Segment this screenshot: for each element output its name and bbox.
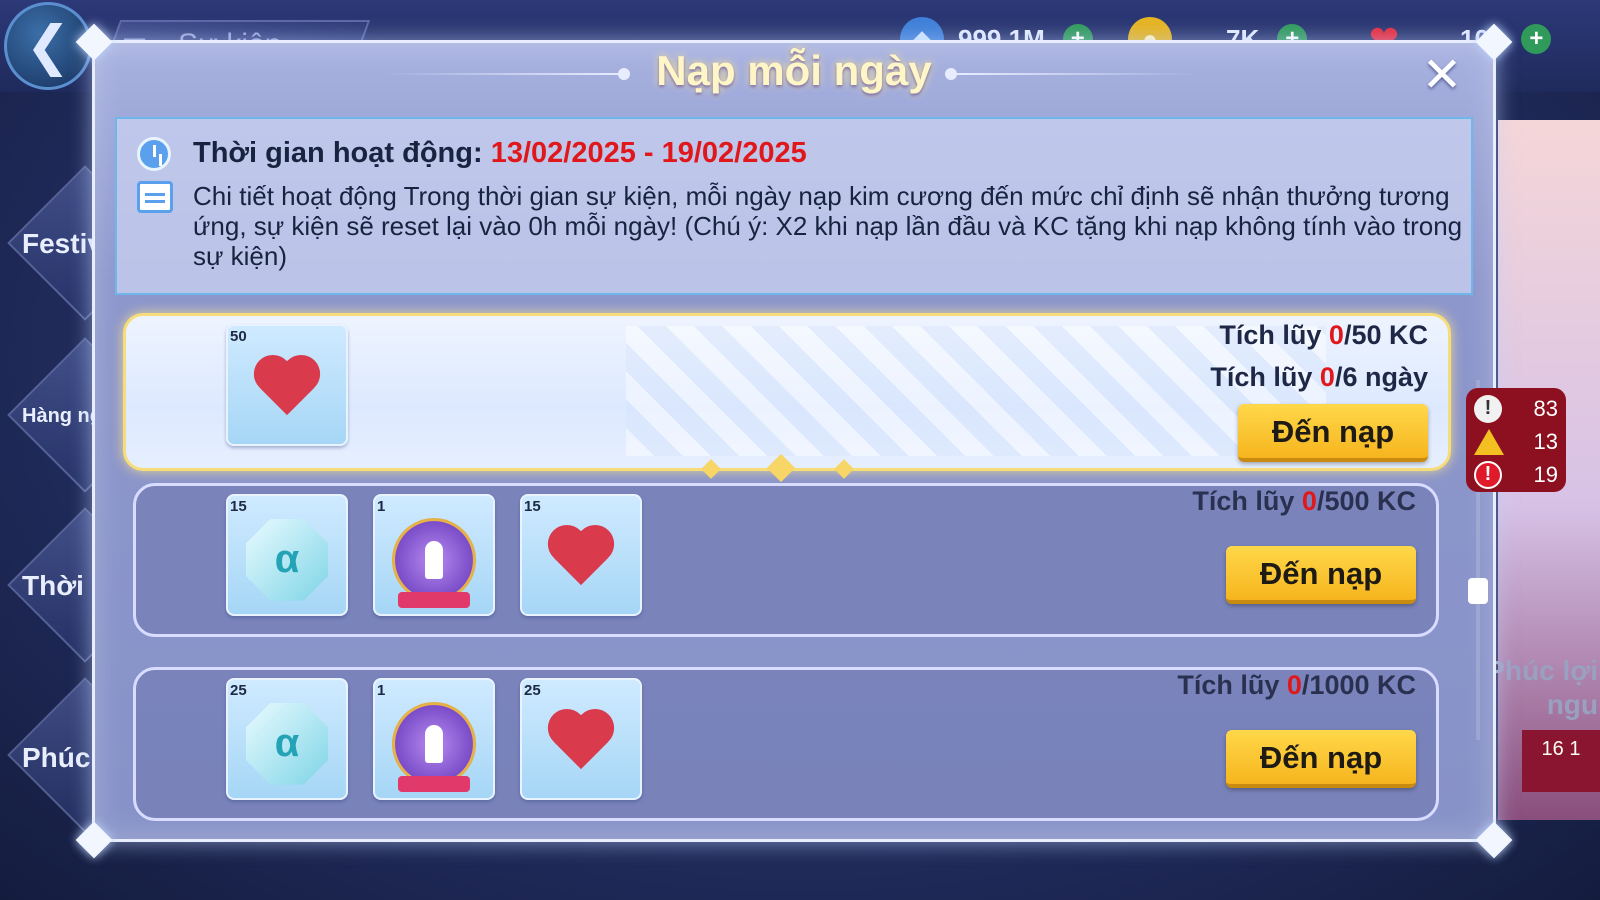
notification-error-count: 19 bbox=[1533, 461, 1558, 487]
row-progress-current: 0 bbox=[1328, 320, 1344, 350]
item-quantity: 25 bbox=[524, 682, 541, 699]
reward-row-50: 50 Tích lũy 0/50 KC Tích lũy 0/6 ngày Đế… bbox=[123, 313, 1451, 483]
reward-item-heart-bouquet[interactable]: 15 bbox=[520, 494, 642, 616]
row-days-current: 0 bbox=[1319, 362, 1335, 392]
back-arrow-icon: ❮ bbox=[25, 16, 71, 76]
reward-row-500: 15 α 1 15 Tích lũy 0/500 KC Đến nạp bbox=[133, 483, 1439, 637]
notification-warning-row: 13 bbox=[1474, 425, 1558, 458]
row-days-prefix: Tích lũy bbox=[1210, 362, 1320, 392]
rocket-badge-icon bbox=[392, 517, 476, 608]
reward-item-crystal[interactable]: 15 α bbox=[226, 494, 348, 616]
popup-title: Nạp mỗi ngày bbox=[656, 47, 932, 94]
scrollbar-handle[interactable] bbox=[1468, 578, 1488, 604]
row-progress-current: 0 bbox=[1301, 486, 1317, 516]
row-progress-kc: Tích lũy 0/500 KC bbox=[1192, 486, 1416, 517]
close-icon: ✕ bbox=[1421, 49, 1463, 102]
gem-decoration bbox=[834, 459, 854, 479]
heart-bouquet-icon bbox=[546, 527, 616, 593]
row-progress-prefix: Tích lũy bbox=[1192, 486, 1302, 516]
warning-icon bbox=[1474, 428, 1504, 455]
reward-row-1000: 25 α 1 25 Tích lũy 0/1000 KC Đến nạp bbox=[133, 667, 1439, 821]
event-time: Thời gian hoạt động: 13/02/2025 - 19/02/… bbox=[193, 137, 807, 170]
item-quantity: 50 bbox=[230, 328, 247, 345]
row-progress-kc: Tích lũy 0/50 KC bbox=[1219, 320, 1428, 351]
gem-decoration bbox=[701, 459, 721, 479]
daily-topup-popup: Nạp mỗi ngày ✕ Thời gian hoạt động: 13/0… bbox=[75, 23, 1513, 859]
crystal-icon: α bbox=[246, 702, 328, 785]
calendar-icon bbox=[137, 181, 173, 213]
row-progress-target: /1000 KC bbox=[1301, 670, 1416, 700]
go-topup-button[interactable]: Đến nạp bbox=[1238, 404, 1428, 462]
row-progress-prefix: Tích lũy bbox=[1177, 670, 1287, 700]
close-button[interactable]: ✕ bbox=[1417, 51, 1467, 101]
error-icon: ! bbox=[1474, 460, 1502, 489]
crystal-icon: α bbox=[246, 518, 328, 601]
item-quantity: 1 bbox=[377, 498, 386, 515]
event-time-range: 13/02/2025 - 19/02/2025 bbox=[490, 137, 807, 169]
reward-item-rocket-badge[interactable]: 1 bbox=[373, 494, 495, 616]
notification-info-row: ! 83 bbox=[1474, 392, 1558, 425]
row-progress-prefix: Tích lũy bbox=[1219, 320, 1329, 350]
item-quantity: 25 bbox=[230, 682, 247, 699]
event-info-box: Thời gian hoạt động: 13/02/2025 - 19/02/… bbox=[115, 117, 1473, 295]
row-progress-current: 0 bbox=[1286, 670, 1302, 700]
notification-error-row: ! 19 bbox=[1474, 458, 1558, 491]
notification-info-count: 83 bbox=[1533, 395, 1558, 421]
reward-item-rocket-badge[interactable]: 1 bbox=[373, 678, 495, 800]
row-progress-kc: Tích lũy 0/1000 KC bbox=[1177, 670, 1416, 701]
event-time-label: Thời gian hoạt động: bbox=[193, 137, 483, 169]
reward-item-heart-bouquet[interactable]: 50 bbox=[226, 324, 348, 446]
go-topup-button[interactable]: Đến nạp bbox=[1226, 546, 1416, 604]
item-quantity: 15 bbox=[230, 498, 247, 515]
reward-item-heart-bouquet[interactable]: 25 bbox=[520, 678, 642, 800]
heart-bouquet-icon bbox=[546, 711, 616, 777]
notification-warning-count: 13 bbox=[1533, 428, 1558, 454]
background-card-time: 16 1 bbox=[1522, 730, 1600, 792]
heart-bouquet-icon bbox=[252, 357, 322, 423]
row-progress-days: Tích lũy 0/6 ngày bbox=[1210, 362, 1428, 393]
gem-decoration bbox=[766, 453, 796, 483]
row-progress-target: /500 KC bbox=[1316, 486, 1416, 516]
reward-item-crystal[interactable]: 25 α bbox=[226, 678, 348, 800]
event-detail: Chi tiết hoạt động Trong thời gian sự ki… bbox=[193, 181, 1463, 271]
info-icon: ! bbox=[1474, 394, 1502, 423]
item-quantity: 1 bbox=[377, 682, 386, 699]
clock-icon bbox=[137, 137, 171, 171]
go-topup-button[interactable]: Đến nạp bbox=[1226, 730, 1416, 788]
rocket-badge-icon bbox=[392, 701, 476, 792]
item-quantity: 15 bbox=[524, 498, 541, 515]
row-days-target: /6 ngày bbox=[1334, 362, 1428, 392]
add-heart-button[interactable]: + bbox=[1521, 24, 1552, 54]
debug-notification-badge[interactable]: ! 83 13 ! 19 bbox=[1466, 388, 1566, 492]
row-progress-target: /50 KC bbox=[1343, 320, 1428, 350]
